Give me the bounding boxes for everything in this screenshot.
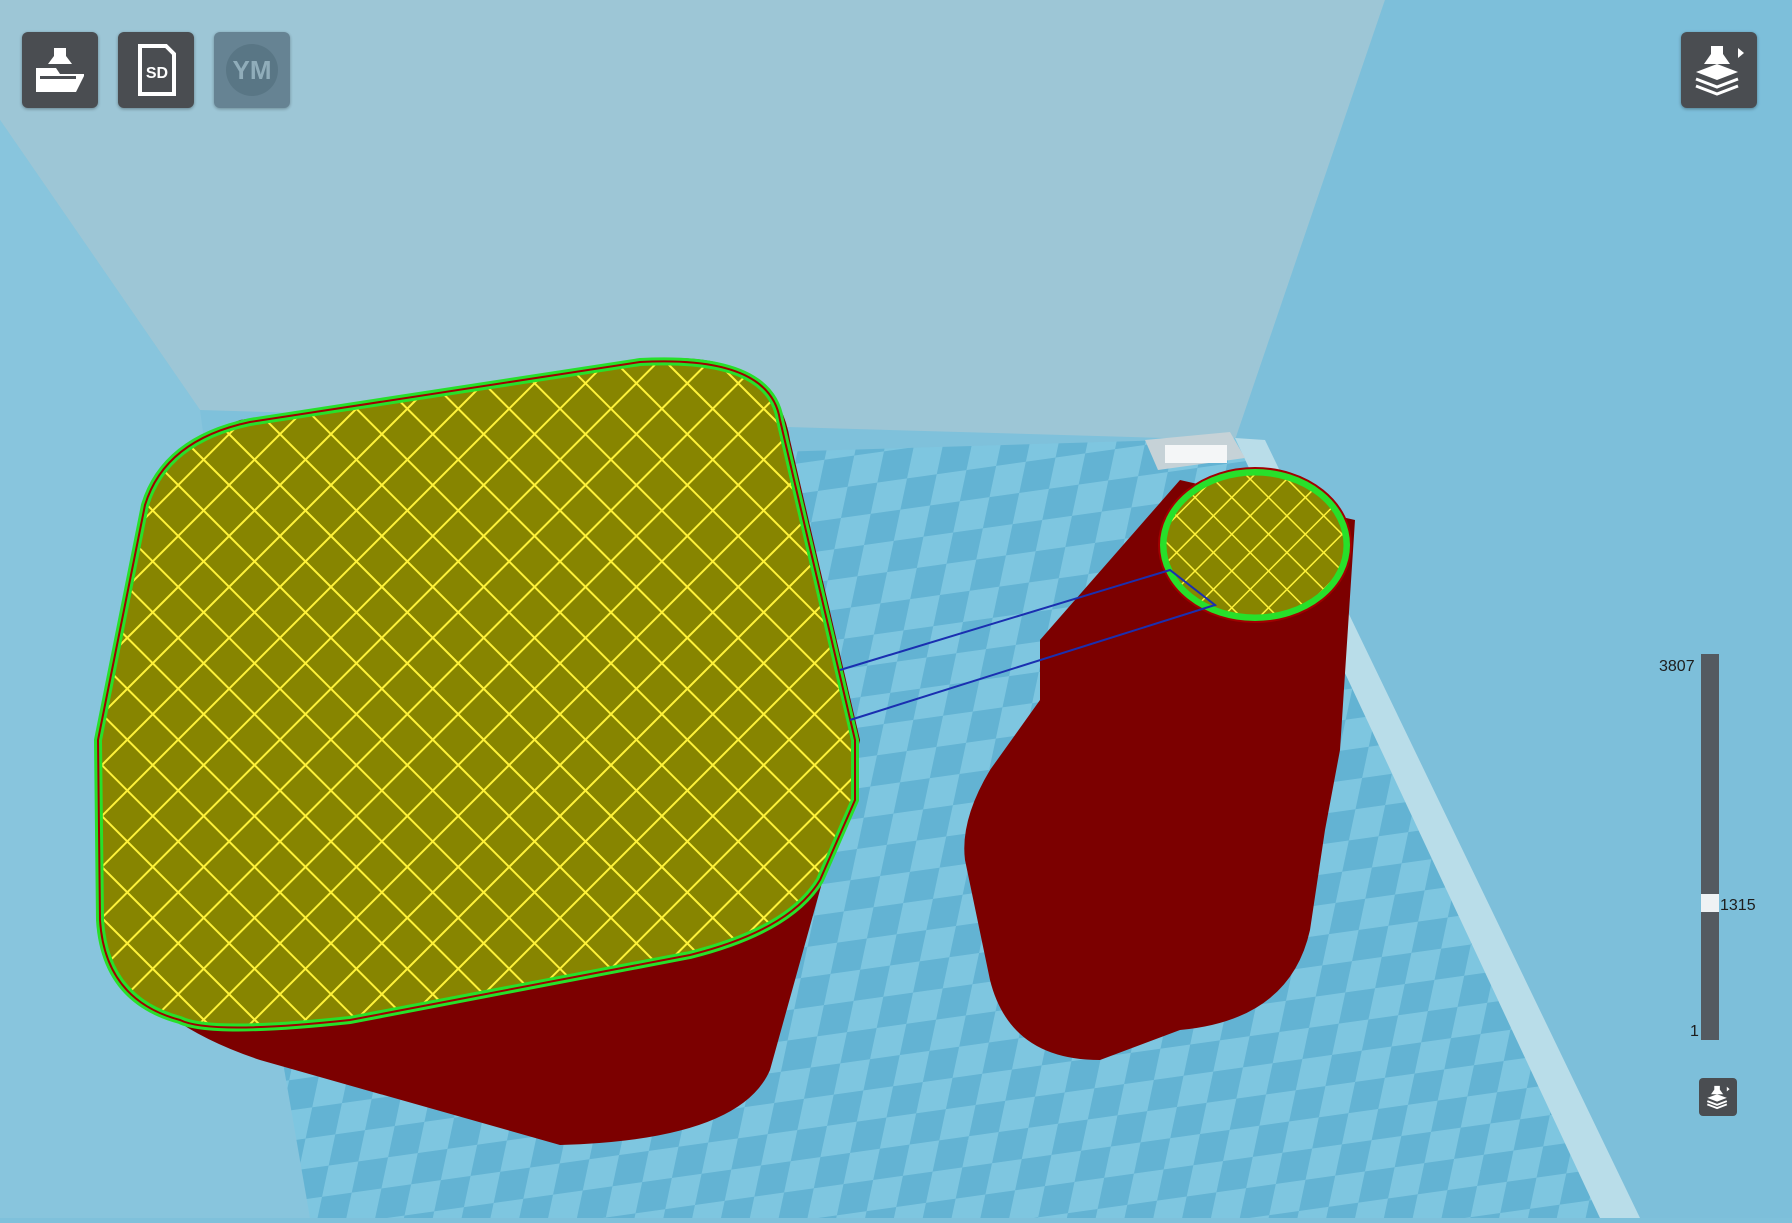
layer-view-toggle-button[interactable] xyxy=(1699,1078,1737,1116)
3d-viewport[interactable] xyxy=(0,0,1792,1218)
youmagine-icon: YM xyxy=(226,44,278,96)
layer-min-label: 1 xyxy=(1690,1023,1699,1040)
load-model-icon xyxy=(36,48,84,92)
small-object-top-layer xyxy=(1159,468,1351,622)
layer-view-small-icon xyxy=(1706,1085,1730,1110)
layer-current-label: 1315 xyxy=(1720,897,1756,914)
sd-card-button[interactable]: SD xyxy=(118,32,194,108)
svg-text:SD: SD xyxy=(146,65,168,82)
large-object-top-layer xyxy=(93,357,859,1032)
svg-text:YM: YM xyxy=(233,55,272,85)
load-model-button[interactable] xyxy=(22,32,98,108)
sd-card-icon: SD xyxy=(138,44,176,96)
layer-max-label: 3807 xyxy=(1659,658,1695,675)
layer-slider-track[interactable] xyxy=(1701,654,1719,1040)
view-mode-button[interactable] xyxy=(1681,32,1757,108)
youmagine-button[interactable]: YM xyxy=(214,32,290,108)
layer-slider-handle[interactable] xyxy=(1701,894,1719,912)
scene-render[interactable] xyxy=(0,0,1792,1218)
layer-view-icon xyxy=(1695,46,1744,96)
